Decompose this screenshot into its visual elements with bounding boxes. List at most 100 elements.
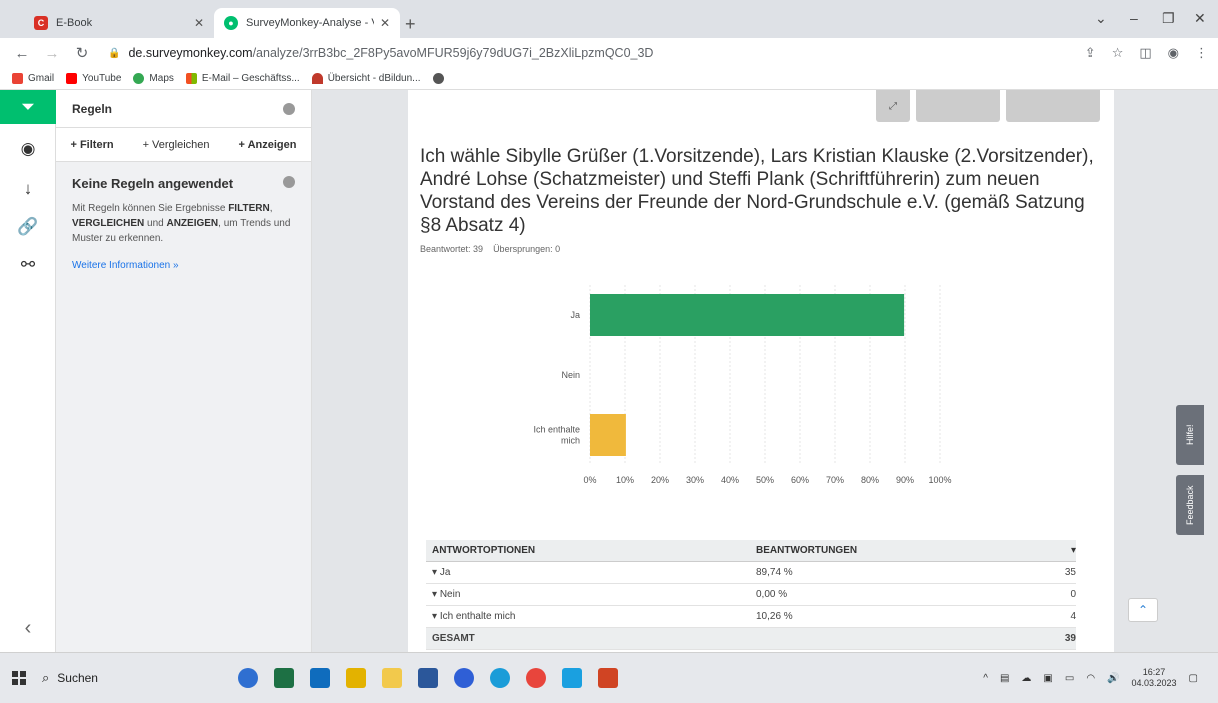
bar[interactable]: [590, 414, 626, 456]
table-total-row: GESAMT 39: [426, 628, 1076, 650]
close-window-button[interactable]: ✕: [1194, 10, 1206, 27]
col-answers[interactable]: BEANTWORTUNGEN: [756, 545, 1016, 556]
teamviewer-icon[interactable]: [562, 668, 582, 688]
volume-icon[interactable]: 🔊: [1107, 673, 1119, 684]
browser-tabstrip: C E-Book ✕ ● SurveyMonkey-Analyse - Vors…: [0, 0, 1218, 38]
row-expand-icon[interactable]: ▾: [432, 567, 440, 578]
bar[interactable]: [590, 294, 905, 336]
taskbar-apps: [238, 668, 618, 688]
col-sort-icon[interactable]: ▾: [1016, 545, 1076, 556]
eye-icon[interactable]: ◉: [0, 132, 56, 166]
bookmark-maps[interactable]: Maps: [133, 73, 174, 84]
category-label: Ich enthalte: [533, 425, 580, 435]
bing-icon[interactable]: [238, 668, 258, 688]
browser-tab-surveymonkey[interactable]: ● SurveyMonkey-Analyse - Vorstar ✕: [214, 8, 400, 38]
outlook-icon[interactable]: [310, 668, 330, 688]
miro-icon[interactable]: [346, 668, 366, 688]
search-icon: ⌕: [42, 670, 50, 685]
col-options[interactable]: ANTWORTOPTIONEN: [426, 545, 756, 556]
x-tick-label: 20%: [651, 475, 669, 485]
globe-icon: [432, 73, 444, 84]
tab-search-icon[interactable]: ⌄: [1095, 10, 1107, 27]
settings-gear-icon[interactable]: [283, 102, 295, 115]
scroll-up-button[interactable]: ⌃: [1128, 598, 1158, 622]
bookmark-uebersicht[interactable]: Übersicht - dBildun...: [311, 73, 421, 84]
question-title: Ich wähle Sibylle Grüßer (1.Vorsitzende)…: [420, 146, 1094, 236]
bookmark-star-icon[interactable]: ☆: [1112, 45, 1124, 61]
question-card: ⤢ Ich wähle Sibylle Grüßer (1.Vorsitzend…: [408, 90, 1114, 652]
sidepanel-icon[interactable]: ◫: [1139, 45, 1151, 61]
add-show-button[interactable]: + Anzeigen: [239, 139, 297, 151]
display-icon[interactable]: ▣: [1043, 673, 1052, 684]
add-filter-button[interactable]: + Filtern: [70, 139, 113, 151]
x-tick-label: 10%: [616, 475, 634, 485]
bookmark-youtube[interactable]: YouTube: [66, 73, 121, 84]
table-row: ▾ Ja 89,74 % 35: [426, 562, 1076, 584]
forward-arrow-icon[interactable]: →: [44, 45, 60, 62]
bookmark-globe[interactable]: [432, 73, 449, 84]
customize-button[interactable]: [916, 90, 1000, 122]
bookmark-gmail[interactable]: Gmail: [12, 73, 54, 84]
add-compare-button[interactable]: + Vergleichen: [143, 139, 210, 151]
cloud-sync-icon[interactable]: ☁: [1021, 673, 1031, 684]
category-label: mich: [561, 436, 580, 446]
taskbar-search[interactable]: ⌕ Suchen: [42, 663, 222, 693]
cloud-icon: [311, 73, 323, 84]
close-tab-icon[interactable]: ✕: [380, 16, 390, 30]
file-explorer-icon[interactable]: [382, 668, 402, 688]
system-tray: ^ ▤ ☁ ▣ ▭ ◠ 🔊 16:27 04.03.2023 ▢: [983, 667, 1198, 689]
tab-title: E-Book: [56, 17, 93, 29]
share-icon[interactable]: ⇪: [1085, 45, 1096, 61]
row-expand-icon[interactable]: ▾: [432, 611, 440, 622]
new-tab-button[interactable]: +: [405, 14, 416, 35]
bookmark-email[interactable]: E-Mail – Geschäftss...: [185, 73, 300, 84]
content-gutter: [312, 90, 408, 652]
bar-chart: 0% 10% 20% 30% 40% 50% 60% 70% 80% 90% 100% Ja Nein I…: [533, 285, 952, 485]
menu-kebab-icon[interactable]: ⋮: [1195, 45, 1208, 61]
category-label: Ja: [570, 310, 580, 320]
x-tick-label: 30%: [686, 475, 704, 485]
question-toolbar: ⤢: [876, 90, 1100, 122]
link-icon[interactable]: 🔗: [0, 210, 56, 244]
tray-chevron-icon[interactable]: ^: [983, 673, 988, 684]
minimize-button[interactable]: –: [1130, 10, 1138, 26]
expand-icon[interactable]: ⤢: [876, 90, 910, 122]
notification-icon[interactable]: ▢: [1189, 673, 1198, 684]
share-nodes-icon[interactable]: ⚯: [0, 248, 56, 282]
windows-start-icon[interactable]: [12, 671, 26, 685]
back-arrow-icon[interactable]: ←: [14, 45, 30, 62]
excel-icon[interactable]: [274, 668, 294, 688]
info-gear-icon[interactable]: [283, 176, 295, 188]
chrome-icon[interactable]: [526, 668, 546, 688]
filter-funnel-icon[interactable]: ⏷: [0, 90, 56, 124]
more-info-link[interactable]: Weitere Informationen »: [56, 250, 311, 281]
powerpoint-icon[interactable]: [598, 668, 618, 688]
row-expand-icon[interactable]: ▾: [432, 589, 440, 600]
browser-tab-ebook[interactable]: C E-Book ✕: [24, 8, 214, 38]
question-stats: Beantwortet: 39 Übersprungen: 0: [420, 244, 560, 254]
rules-panel: Regeln + Filtern + Vergleichen + Anzeige…: [56, 90, 312, 652]
edge-icon[interactable]: [490, 668, 510, 688]
collapse-chevron-icon[interactable]: ‹: [0, 617, 56, 640]
signal-icon[interactable]: [454, 668, 474, 688]
battery-icon[interactable]: ▭: [1065, 673, 1074, 684]
restore-button[interactable]: ❐: [1162, 10, 1175, 27]
chart-container: 0% 10% 20% 30% 40% 50% 60% 70% 80% 90% 100% Ja Nein I…: [408, 280, 1114, 490]
url-field[interactable]: 🔒 de.surveymonkey.com /analyze/3rrB3bc_2…: [108, 46, 653, 60]
answered-count: Beantwortet: 39: [420, 244, 484, 254]
feedback-side-tab[interactable]: Feedback: [1176, 475, 1204, 535]
taskbar-clock[interactable]: 16:27 04.03.2023: [1132, 667, 1177, 689]
download-arrow-icon[interactable]: ↓: [0, 172, 56, 206]
close-tab-icon[interactable]: ✕: [194, 16, 204, 30]
rules-title: Regeln: [72, 101, 113, 116]
help-side-tab[interactable]: Hilfe!: [1176, 405, 1204, 465]
category-label: Nein: [561, 370, 580, 380]
save-as-button[interactable]: [1006, 90, 1100, 122]
network-icon[interactable]: ▤: [1000, 673, 1009, 684]
profile-avatar-icon[interactable]: ◉: [1168, 45, 1179, 61]
x-tick-label: 80%: [861, 475, 879, 485]
word-icon[interactable]: [418, 668, 438, 688]
wifi-icon[interactable]: ◠: [1086, 673, 1095, 684]
table-header: ANTWORTOPTIONEN BEANTWORTUNGEN ▾: [426, 540, 1076, 562]
reload-icon[interactable]: ↻: [74, 44, 90, 62]
